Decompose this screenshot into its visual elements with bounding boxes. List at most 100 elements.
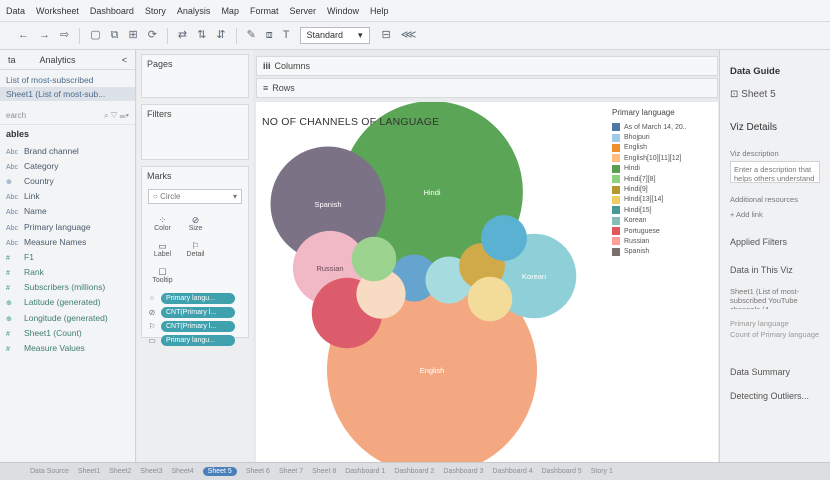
sort-asc-icon[interactable]: ⇅ [197, 30, 206, 41]
menu-item-data[interactable]: Data [6, 6, 25, 16]
legend-item[interactable]: Hindi[13][14] [612, 195, 716, 205]
legend-item[interactable]: Hindi [612, 164, 716, 174]
data-summary-header[interactable]: Data Summary [730, 367, 820, 377]
search-input[interactable]: earch [6, 111, 26, 120]
sheet-tab[interactable]: Sheet 6 [246, 468, 270, 475]
field-item[interactable]: Count of Primary language [730, 330, 820, 339]
group-icon[interactable]: ⧈ [266, 30, 273, 41]
legend-item[interactable]: Spanish [612, 247, 716, 257]
datasource-item-selected[interactable]: Sheet1 (List of most-sub... [0, 87, 135, 101]
legend-item[interactable]: English[10][11][12] [612, 153, 716, 163]
sheet-tab[interactable]: Sheet 7 [279, 468, 303, 475]
legend-item[interactable]: Hindi[9] [612, 184, 716, 194]
legend-item[interactable]: Hindi[7][8] [612, 174, 716, 184]
menu-item-map[interactable]: Map [221, 6, 239, 16]
size-button[interactable]: ⊘ Size [179, 210, 212, 236]
sheet-tab[interactable]: Dashboard 2 [394, 468, 434, 475]
pages-card[interactable]: Pages [141, 54, 249, 98]
menu-item-format[interactable]: Format [250, 6, 279, 16]
field-item[interactable]: Abc Measure Names [0, 234, 135, 249]
new-worksheet-icon[interactable]: ⊞ [128, 30, 137, 41]
menu-item-worksheet[interactable]: Worksheet [36, 6, 79, 16]
redo-icon[interactable]: ⇨ [60, 30, 69, 41]
highlight-icon[interactable]: ✎ [247, 30, 256, 41]
sort-desc-icon[interactable]: ⇵ [216, 30, 225, 41]
data-source-item[interactable]: Sheet1 (List of most-subscribed YouTube … [730, 287, 820, 309]
share-icon[interactable]: ⋘ [401, 30, 417, 41]
color-legend[interactable]: Primary language As of March 14, 20.. Bho… [612, 108, 716, 257]
applied-filters-header[interactable]: Applied Filters [730, 237, 820, 247]
field-item[interactable]: Abc Link [0, 189, 135, 204]
bubble-chart[interactable]: English Hindi Spanish Korean Russian [256, 102, 606, 462]
field-item[interactable]: # Subscribers (millions) [0, 280, 135, 295]
mark-pill[interactable]: ⊘ CNT(Primary l... [146, 307, 244, 318]
data-in-viz-header[interactable]: Data in This Viz [730, 265, 820, 275]
field-item[interactable]: Abc Category [0, 158, 135, 173]
legend-item[interactable]: Portuguese [612, 226, 716, 236]
color-button[interactable]: ⁘ Color [146, 210, 179, 236]
sheet-tab[interactable]: Sheet4 [171, 468, 193, 475]
sheet-tab[interactable]: Dashboard 3 [443, 468, 483, 475]
legend-item[interactable]: Hindi[15] [612, 205, 716, 215]
field-item[interactable]: Primary language [730, 319, 820, 328]
field-item[interactable]: ⊕ Country [0, 173, 135, 188]
add-link-button[interactable]: + Add link [730, 210, 820, 219]
legend-item[interactable]: English [612, 143, 716, 153]
new-datasource-icon[interactable]: ⧉ [111, 30, 119, 41]
detail-button[interactable]: ⚐ Detail [179, 236, 212, 262]
legend-item[interactable]: Russian [612, 236, 716, 246]
menu-item-help[interactable]: Help [370, 6, 389, 16]
collapse-icon[interactable]: < [114, 55, 135, 65]
columns-shelf[interactable]: iii Columns [256, 56, 718, 76]
back-icon[interactable]: ← [18, 30, 29, 41]
bubble-unlabeled[interactable] [467, 276, 513, 322]
tab-analytics[interactable]: Analytics [32, 55, 84, 65]
save-icon[interactable]: ▢ [90, 30, 100, 41]
menu-item-server[interactable]: Server [289, 6, 316, 16]
sheet-tab[interactable]: Sheet1 [78, 468, 100, 475]
menu-item-analysis[interactable]: Analysis [177, 6, 211, 16]
legend-item[interactable]: Korean [612, 216, 716, 226]
viz-description-input[interactable]: Enter a description that helps others un… [730, 161, 820, 183]
rows-shelf[interactable]: ≡ Rows [256, 78, 718, 98]
field-item[interactable]: ⊕ Latitude (generated) [0, 295, 135, 310]
menu-item-window[interactable]: Window [327, 6, 359, 16]
sheet-tab[interactable]: Dashboard 4 [493, 468, 533, 475]
viz-canvas[interactable]: English Hindi Spanish Korean Russian NO OF C… [256, 102, 718, 462]
sheet-tab[interactable]: Data Source [30, 468, 69, 475]
menu-item-story[interactable]: Story [145, 6, 166, 16]
menu-item-dashboard[interactable]: Dashboard [90, 6, 134, 16]
legend-item[interactable]: Bhojpuri [612, 132, 716, 142]
field-item[interactable]: # F1 [0, 249, 135, 264]
sheet-tab[interactable]: Story 1 [591, 468, 613, 475]
bubble-unlabeled[interactable] [481, 215, 527, 261]
search-icon[interactable]: ⌕ ▽ ☰▾ [104, 111, 129, 121]
mark-pill[interactable]: ⚐ CNT(Primary l... [146, 321, 244, 332]
label-icon[interactable]: T [283, 30, 290, 41]
field-item[interactable]: Abc Name [0, 204, 135, 219]
sheet-tab[interactable]: Dashboard 1 [345, 468, 385, 475]
forward-icon[interactable]: → [39, 30, 50, 41]
sheet-tab[interactable]: Sheet 5 [202, 467, 237, 476]
field-item[interactable]: Abc Brand channel [0, 143, 135, 158]
mark-pill[interactable]: ⁘ Primary langu... [146, 293, 244, 304]
tab-data[interactable]: ta [0, 55, 24, 65]
tooltip-button[interactable]: ☐ Tooltip [146, 262, 179, 288]
datasource-item[interactable]: List of most-subscribed [0, 73, 135, 87]
field-item[interactable]: Abc Primary language [0, 219, 135, 234]
mark-type-dropdown[interactable]: ○ Circle ▾ [148, 189, 242, 204]
legend-item[interactable]: As of March 14, 20.. [612, 122, 716, 132]
field-item[interactable]: # Measure Values [0, 340, 135, 355]
bubble-unlabeled[interactable] [351, 236, 397, 282]
mark-pill[interactable]: ▭ Primary langu... [146, 335, 244, 346]
sheet-tab[interactable]: Dashboard 5 [542, 468, 582, 475]
swap-icon[interactable]: ⇄ [178, 30, 187, 41]
viz-details-header[interactable]: Viz Details [730, 122, 820, 133]
refresh-icon[interactable]: ⟳ [148, 30, 157, 41]
sheet-tab[interactable]: Sheet2 [109, 468, 131, 475]
sheet-tab[interactable]: Sheet3 [140, 468, 162, 475]
field-item[interactable]: # Rank [0, 265, 135, 280]
sheet-tab[interactable]: Sheet 8 [312, 468, 336, 475]
fit-dropdown[interactable]: Standard ▾ [299, 27, 370, 44]
present-icon[interactable]: ⊟ [382, 30, 391, 41]
